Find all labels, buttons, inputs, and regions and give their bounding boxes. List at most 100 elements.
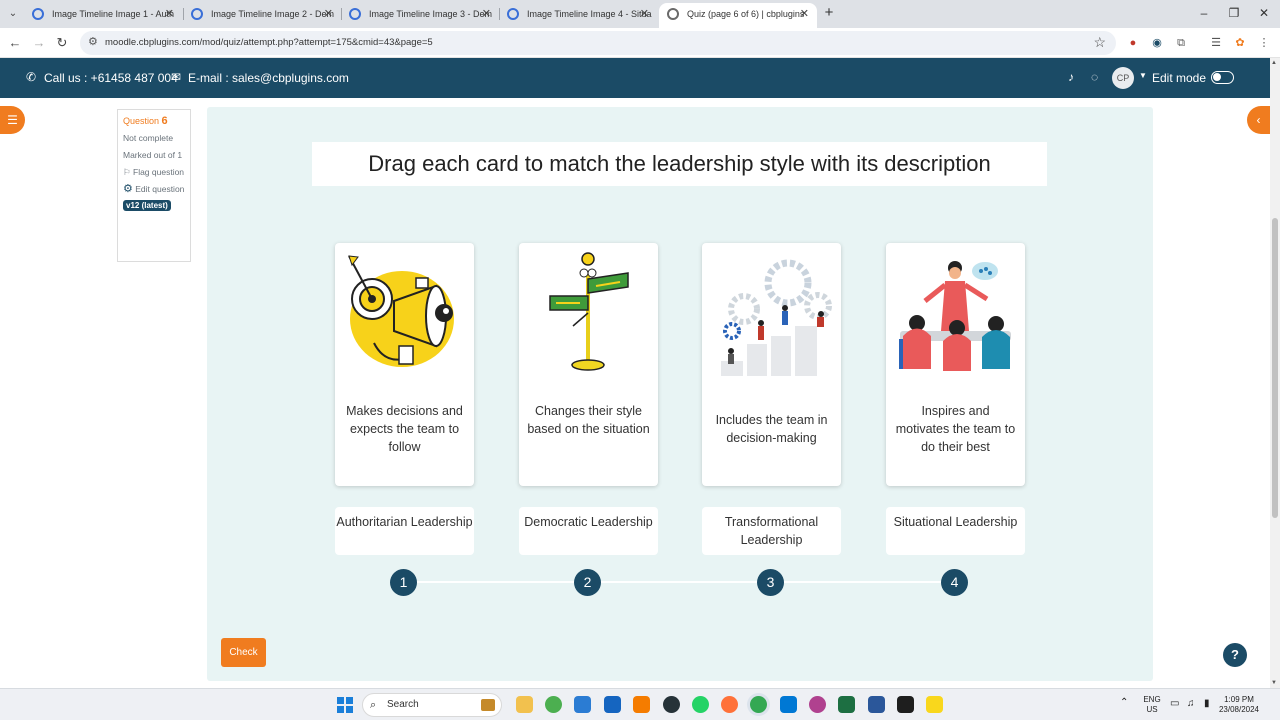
browser-tab-4[interactable]: Image Timeline Image 4 - Situa ✕ [499, 3, 657, 28]
browser-tab-2[interactable]: Image Timeline Image 2 - Dem ✕ [183, 3, 341, 28]
tray-chevron-up-icon[interactable]: ⌃ [1120, 698, 1128, 708]
description-card-4[interactable]: Inspires and motivates the team to do th… [886, 243, 1025, 486]
address-bar[interactable]: ⚙ moodle.cbplugins.com/mod/quiz/attempt.… [80, 31, 1116, 55]
speaker-audience-illustration [899, 261, 1011, 371]
chrome-icon[interactable] [545, 696, 562, 713]
question-status: Not complete [123, 133, 174, 143]
language-indicator[interactable]: ENG US [1140, 695, 1164, 715]
paint-icon[interactable] [604, 696, 621, 713]
description-card-1[interactable]: Makes decisions and expects the team to … [335, 243, 474, 486]
quiz-panel: Drag each card to match the leadership s… [207, 107, 1153, 681]
leadership-label-1[interactable]: Authoritarian Leadership [335, 507, 474, 555]
scrollbar-thumb[interactable] [1272, 218, 1278, 518]
site-info-icon[interactable]: ⚙ [88, 35, 98, 48]
tab-title: Image Timeline Image 3 - Dem [369, 9, 493, 19]
forward-icon[interactable]: → [29, 33, 49, 53]
volume-icon[interactable]: ♫ [1187, 699, 1195, 709]
close-icon[interactable]: ✕ [640, 3, 649, 25]
extension-profile-icon[interactable]: ◉ [1149, 35, 1165, 51]
edit-question-link[interactable]: ⚙ Edit question [123, 183, 185, 195]
megaphone-illustration [348, 255, 454, 367]
flag-icon: ⚐ [123, 167, 131, 177]
whatsapp-icon[interactable] [692, 696, 709, 713]
moodle-favicon-icon [349, 8, 361, 20]
firefox-icon[interactable] [721, 696, 738, 713]
terminal-icon[interactable] [897, 696, 914, 713]
phone-contact: Call us : +61458 487 004 [44, 71, 178, 85]
extensions-puzzle-icon[interactable]: ⧉ [1173, 35, 1189, 51]
flag-question-link[interactable]: ⚐ Flag question [123, 166, 185, 178]
question-number: Question 6 [123, 115, 168, 127]
email-contact: E-mail : sales@cbplugins.com [188, 71, 349, 85]
tab-title: Image Timeline Image 4 - Situa [527, 9, 652, 19]
browser-tabstrip: ⌄ Image Timeline Image 1 - Auth ✕ Image … [0, 0, 1280, 28]
media-queue-icon[interactable]: ☰ [1208, 35, 1224, 51]
help-button[interactable]: ? [1223, 643, 1247, 667]
user-avatar[interactable]: CP [1112, 67, 1134, 89]
close-icon[interactable]: ✕ [800, 3, 809, 25]
browser-tab-3[interactable]: Image Timeline Image 3 - Dem ✕ [341, 3, 499, 28]
reload-icon[interactable]: ↻ [52, 33, 72, 53]
network-icon[interactable]: ▭ [1170, 699, 1179, 709]
moodle-favicon-icon [667, 8, 679, 20]
word-icon[interactable] [868, 696, 885, 713]
sticky-notes-icon[interactable] [926, 696, 943, 713]
tab-search-icon[interactable]: ⌄ [4, 5, 22, 23]
chrome-active-icon[interactable] [750, 696, 767, 713]
site-header: ✆ Call us : +61458 487 004 ✉ E-mail : sa… [0, 58, 1270, 98]
leadership-label-2[interactable]: Democratic Leadership [519, 507, 658, 555]
moodle-favicon-icon [507, 8, 519, 20]
taskbar-search-box[interactable]: ⌕ Search [362, 693, 502, 717]
restore-icon[interactable]: ❐ [1219, 4, 1249, 22]
extension-color-icon[interactable]: ● [1125, 35, 1141, 51]
browser-menu-icon[interactable]: ⋮ [1256, 35, 1272, 51]
minimize-icon[interactable]: – [1189, 4, 1219, 22]
file-explorer-icon[interactable] [516, 696, 533, 713]
close-icon[interactable]: ✕ [324, 3, 333, 25]
app-c-icon[interactable] [663, 696, 680, 713]
timeline-step-2: 2 [574, 569, 601, 596]
browser-tab-1[interactable]: Image Timeline Image 1 - Auth ✕ [24, 3, 182, 28]
vlc-icon[interactable] [633, 696, 650, 713]
quiz-title: Drag each card to match the leadership s… [312, 142, 1047, 186]
window-close-icon[interactable]: ✕ [1249, 4, 1279, 22]
description-card-2[interactable]: Changes their style based on the situati… [519, 243, 658, 486]
browser-toolbar: ← → ↻ ⚙ moodle.cbplugins.com/mod/quiz/at… [0, 28, 1280, 58]
timeline-step-3: 3 [757, 569, 784, 596]
timeline-line [403, 581, 955, 583]
bookmark-star-icon[interactable]: ☆ [1093, 34, 1106, 51]
clock[interactable]: 1:09 PM 23/08/2024 [1216, 695, 1262, 715]
edit-mode-toggle[interactable] [1211, 71, 1234, 84]
browser-tab-5-active[interactable]: Quiz (page 6 of 6) | cbplugins ✕ [659, 3, 817, 28]
slack-icon[interactable] [809, 696, 826, 713]
store-icon[interactable] [574, 696, 591, 713]
question-grade: Marked out of 1 [123, 150, 183, 160]
chevron-down-icon[interactable]: ▼ [1139, 71, 1147, 80]
back-icon[interactable]: ← [5, 33, 25, 53]
course-index-toggle[interactable]: ☰ [0, 106, 25, 134]
messages-icon[interactable]: ◌ [1091, 70, 1098, 84]
battery-icon[interactable]: ▮ [1204, 699, 1210, 709]
block-drawer-toggle[interactable]: ‹ [1247, 106, 1270, 134]
card-description: Changes their style based on the situati… [527, 404, 650, 436]
notification-bell-icon[interactable]: ♪ [1068, 70, 1074, 84]
close-icon[interactable]: ✕ [482, 3, 491, 25]
close-icon[interactable]: ✕ [165, 3, 174, 25]
leadership-label-4[interactable]: Situational Leadership [886, 507, 1025, 555]
page-scrollbar[interactable]: ▲ ▼ [1270, 58, 1280, 688]
chevron-left-icon: ‹ [1256, 113, 1261, 127]
leadership-label-3[interactable]: Transformational Leadership [702, 507, 841, 555]
outlook-icon[interactable] [780, 696, 797, 713]
excel-icon[interactable] [838, 696, 855, 713]
timeline-step-4: 4 [941, 569, 968, 596]
profile-icon[interactable]: ✿ [1232, 35, 1248, 51]
scroll-up-icon[interactable]: ▲ [1271, 60, 1277, 66]
timeline-step-1: 1 [390, 569, 417, 596]
moodle-favicon-icon [191, 8, 203, 20]
tab-title: Quiz (page 6 of 6) | cbplugins [687, 9, 805, 19]
description-card-3[interactable]: Includes the team in decision-making [702, 243, 841, 486]
scroll-down-icon[interactable]: ▼ [1271, 680, 1277, 686]
check-button[interactable]: Check [221, 638, 266, 667]
windows-start-icon[interactable] [337, 697, 353, 713]
new-tab-button[interactable]: + [820, 4, 838, 22]
